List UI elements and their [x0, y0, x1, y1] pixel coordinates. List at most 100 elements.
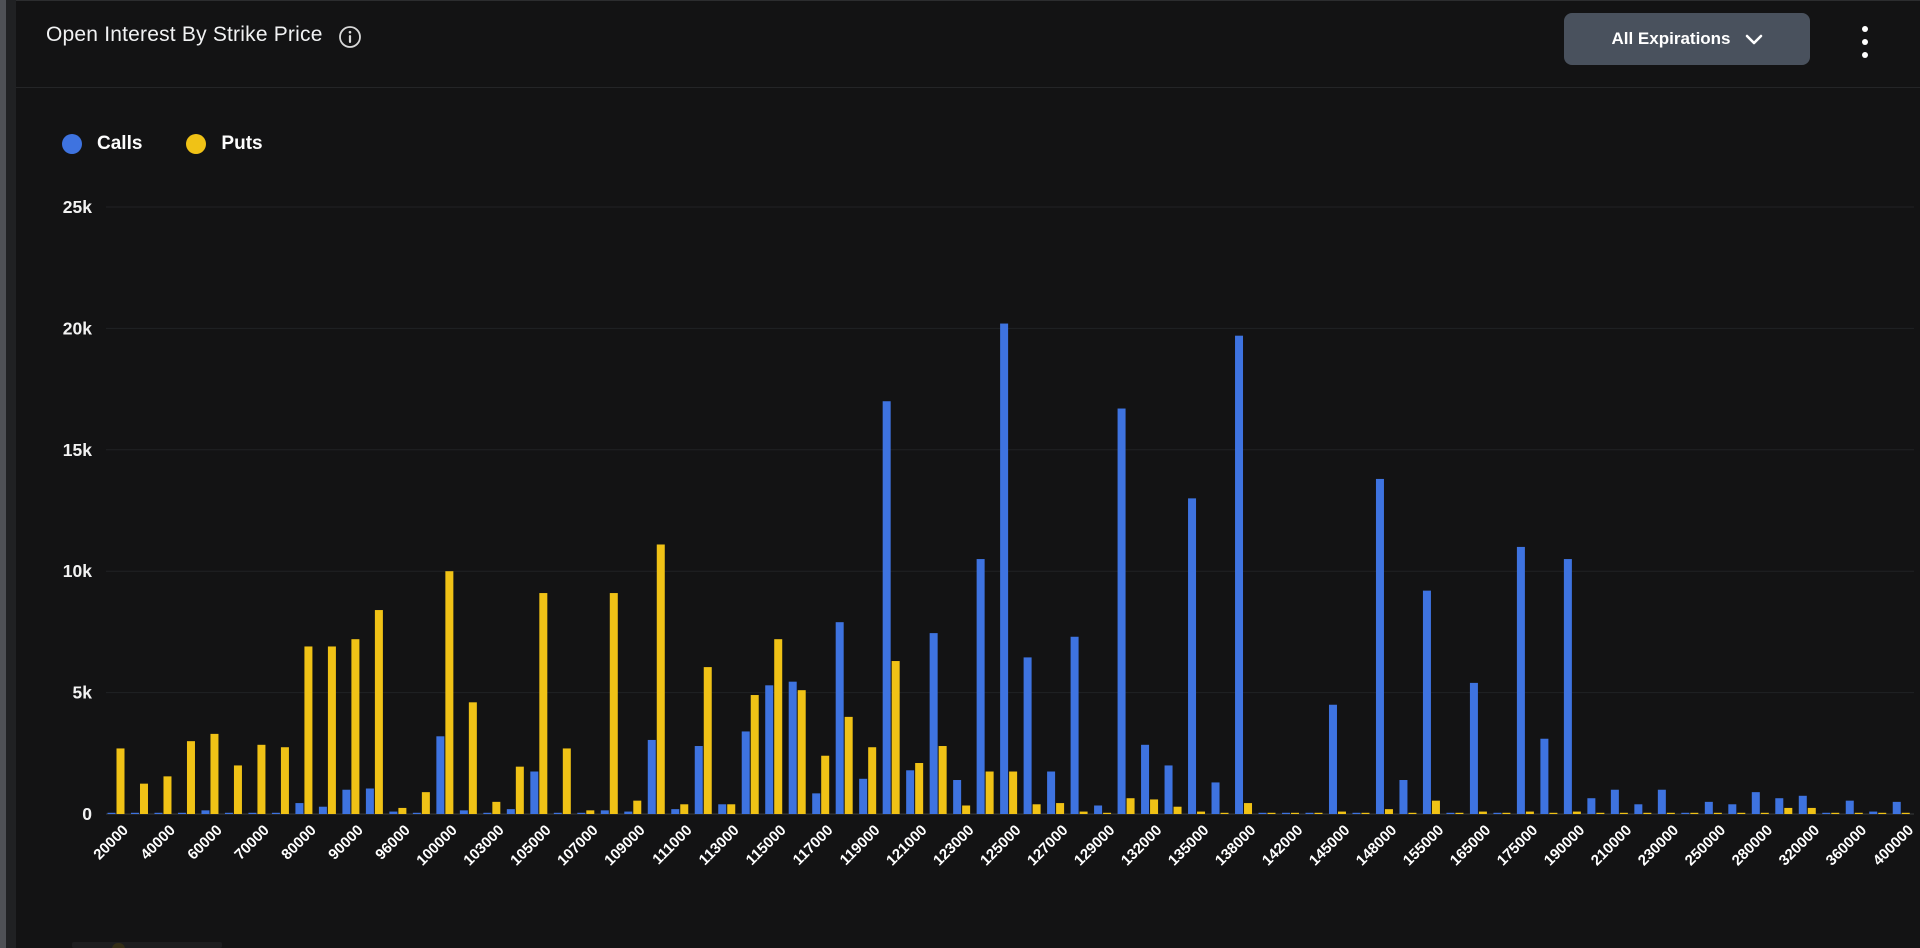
call-bar[interactable] — [1752, 792, 1760, 814]
put-bar[interactable] — [1197, 812, 1205, 814]
call-bar[interactable] — [507, 809, 515, 814]
put-bar[interactable] — [1432, 801, 1440, 814]
call-bar[interactable] — [1775, 798, 1783, 814]
put-bar[interactable] — [1338, 812, 1346, 814]
more-options-button[interactable] — [1848, 19, 1882, 65]
call-bar[interactable] — [742, 731, 750, 814]
call-bar[interactable] — [1611, 790, 1619, 814]
call-bar[interactable] — [1470, 683, 1478, 814]
call-bar[interactable] — [883, 401, 891, 814]
put-bar[interactable] — [586, 810, 594, 814]
call-bar[interactable] — [577, 813, 585, 814]
put-bar[interactable] — [915, 763, 923, 814]
call-bar[interactable] — [1329, 705, 1337, 814]
put-bar[interactable] — [1902, 813, 1910, 814]
put-bar[interactable] — [1244, 803, 1252, 814]
put-bar[interactable] — [1080, 812, 1088, 814]
put-bar[interactable] — [234, 765, 242, 814]
put-bar[interactable] — [1150, 799, 1158, 814]
scrollbar-thumb[interactable] — [0, 0, 6, 948]
call-bar[interactable] — [436, 736, 444, 814]
expirations-dropdown[interactable]: All Expirations — [1564, 13, 1810, 65]
call-bar[interactable] — [930, 633, 938, 814]
call-bar[interactable] — [1634, 804, 1642, 814]
put-bar[interactable] — [422, 792, 430, 814]
call-bar[interactable] — [108, 813, 116, 814]
call-bar[interactable] — [295, 803, 303, 814]
call-bar[interactable] — [225, 813, 233, 814]
put-bar[interactable] — [1690, 813, 1698, 814]
put-bar[interactable] — [375, 610, 383, 814]
put-bar[interactable] — [1667, 813, 1675, 814]
call-bar[interactable] — [765, 685, 773, 814]
put-bar[interactable] — [1855, 813, 1863, 814]
call-bar[interactable] — [624, 812, 632, 814]
call-bar[interactable] — [648, 740, 656, 814]
put-bar[interactable] — [680, 804, 688, 814]
put-bar[interactable] — [727, 804, 735, 814]
put-bar[interactable] — [539, 593, 547, 814]
put-bar[interactable] — [1549, 813, 1557, 814]
call-bar[interactable] — [671, 809, 679, 814]
put-bar[interactable] — [1291, 813, 1299, 814]
call-bar[interactable] — [1141, 745, 1149, 814]
put-bar[interactable] — [398, 808, 406, 814]
put-bar[interactable] — [1009, 772, 1017, 814]
call-bar[interactable] — [1540, 739, 1548, 814]
put-bar[interactable] — [821, 756, 829, 814]
call-bar[interactable] — [554, 813, 562, 814]
put-bar[interactable] — [704, 667, 712, 814]
call-bar[interactable] — [1212, 782, 1220, 814]
call-bar[interactable] — [366, 789, 374, 814]
call-bar[interactable] — [1282, 813, 1290, 814]
put-bar[interactable] — [469, 702, 477, 814]
call-bar[interactable] — [1658, 790, 1666, 814]
call-bar[interactable] — [319, 807, 327, 814]
put-bar[interactable] — [1502, 813, 1510, 814]
call-bar[interactable] — [1188, 498, 1196, 814]
call-bar[interactable] — [1893, 802, 1901, 814]
chart-canvas[interactable]: 25k20k15k10k5k02000040000600007000080000… — [16, 151, 1920, 948]
call-bar[interactable] — [1493, 813, 1501, 814]
call-bar[interactable] — [342, 790, 350, 814]
call-bar[interactable] — [1869, 812, 1877, 814]
call-bar[interactable] — [1705, 802, 1713, 814]
put-bar[interactable] — [304, 646, 312, 814]
put-bar[interactable] — [1455, 813, 1463, 814]
put-bar[interactable] — [962, 806, 970, 814]
info-icon[interactable] — [338, 25, 362, 49]
put-bar[interactable] — [328, 646, 336, 814]
put-bar[interactable] — [1620, 813, 1628, 814]
put-bar[interactable] — [1385, 809, 1393, 814]
put-bar[interactable] — [868, 747, 876, 814]
put-bar[interactable] — [187, 741, 195, 814]
open-interest-chart[interactable]: 25k20k15k10k5k02000040000600007000080000… — [16, 151, 1920, 948]
call-bar[interactable] — [1165, 765, 1173, 814]
put-bar[interactable] — [1596, 813, 1604, 814]
put-bar[interactable] — [210, 734, 218, 814]
call-bar[interactable] — [977, 559, 985, 814]
put-bar[interactable] — [163, 776, 171, 814]
call-bar[interactable] — [1517, 547, 1525, 814]
call-bar[interactable] — [1846, 801, 1854, 814]
call-bar[interactable] — [718, 804, 726, 814]
put-bar[interactable] — [774, 639, 782, 814]
put-bar[interactable] — [1643, 813, 1651, 814]
call-bar[interactable] — [1376, 479, 1384, 814]
put-bar[interactable] — [1056, 803, 1064, 814]
put-bar[interactable] — [1103, 813, 1111, 814]
call-bar[interactable] — [1047, 772, 1055, 814]
call-bar[interactable] — [248, 813, 256, 814]
put-bar[interactable] — [633, 801, 641, 814]
call-bar[interactable] — [1024, 657, 1032, 814]
call-bar[interactable] — [131, 813, 139, 814]
call-bar[interactable] — [1118, 409, 1126, 814]
put-bar[interactable] — [445, 571, 453, 814]
put-bar[interactable] — [1808, 808, 1816, 814]
call-bar[interactable] — [483, 813, 491, 814]
call-bar[interactable] — [389, 812, 397, 814]
call-bar[interactable] — [953, 780, 961, 814]
call-bar[interactable] — [906, 770, 914, 814]
call-bar[interactable] — [812, 793, 820, 814]
put-bar[interactable] — [986, 772, 994, 814]
